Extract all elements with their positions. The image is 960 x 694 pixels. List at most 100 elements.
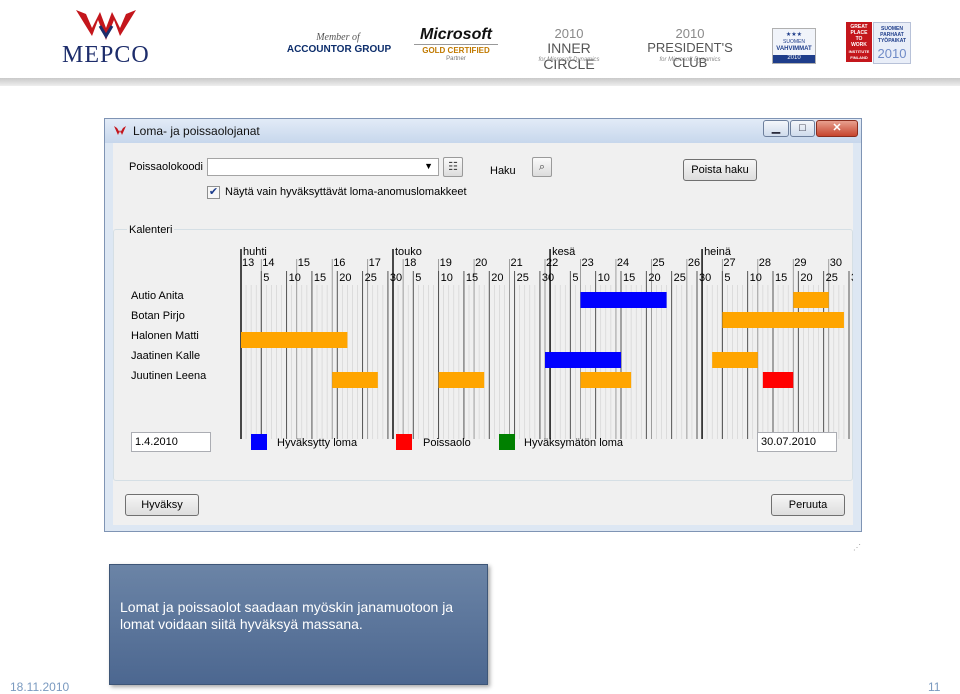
legend-label-approved: Hyväksytty loma	[277, 437, 358, 449]
week-number-label: 22	[546, 257, 558, 269]
week-number-label: 19	[440, 257, 452, 269]
week-number-label: 26	[688, 257, 700, 269]
window-titlebar[interactable]: Loma- ja poissaolojanat ▁ □ ✕	[105, 119, 861, 143]
app-window: Loma- ja poissaolojanat ▁ □ ✕ Poissaolok…	[104, 118, 862, 552]
minimize-button[interactable]: ▁	[763, 120, 789, 137]
day-label: 5	[724, 272, 730, 284]
day-label: 15	[314, 272, 326, 284]
month-label: kesä	[552, 246, 576, 258]
mepco-logo-icon	[76, 10, 136, 40]
day-label: 20	[339, 272, 351, 284]
badge-line2: VAHVIMMAT	[776, 46, 812, 52]
spt-year: 2010	[877, 46, 907, 61]
header-divider	[0, 78, 960, 86]
footer-page-number: 11	[928, 680, 941, 694]
week-number-label: 17	[369, 257, 381, 269]
day-label: 25	[365, 272, 377, 284]
day-label: 25	[674, 272, 686, 284]
day-label: 30	[542, 272, 554, 284]
day-label: 15	[775, 272, 787, 284]
microsoft-logo-text: Microsoft	[420, 26, 492, 43]
absence-bar	[712, 352, 758, 368]
close-icon: ✕	[832, 122, 842, 134]
window-title: Loma- ja poissaolojanat	[133, 124, 260, 138]
poista-haku-button[interactable]: Poista haku	[683, 159, 757, 181]
maximize-button[interactable]: □	[790, 120, 815, 137]
maximize-icon: □	[799, 122, 806, 134]
absence-bar	[332, 372, 378, 388]
day-label: 15	[623, 272, 635, 284]
week-number-label: 18	[404, 257, 416, 269]
week-number-label: 28	[759, 257, 771, 269]
day-label: 20	[648, 272, 660, 284]
resize-grip-icon[interactable]: ⋰	[853, 543, 861, 552]
absence-bar	[438, 372, 485, 388]
week-number-label: 25	[652, 257, 664, 269]
poissaolokoodi-label: Poissaolokoodi	[129, 161, 203, 173]
search-icon: ⌕	[538, 161, 546, 173]
absence-bar	[722, 312, 844, 328]
month-label: huhti	[243, 246, 267, 258]
spt-line: TYÖPAIKAT	[877, 38, 907, 44]
suomen-parhaat-tyopaikat-badge: SUOMEN PARHAAT TYÖPAIKAT 2010	[873, 22, 911, 64]
day-label: 25	[826, 272, 838, 284]
day-label: 15	[466, 272, 478, 284]
badge-year: 2010	[773, 55, 815, 63]
approvable-only-label[interactable]: Näytä vain hyväksyttävät loma-anomusloma…	[225, 186, 467, 198]
absence-bar	[762, 372, 794, 388]
absence-bar	[793, 292, 829, 308]
end-date-field[interactable]: 30.07.2010	[757, 432, 837, 452]
gptw-line: FINLAND	[850, 55, 868, 60]
suomen-vahvimmat-badge: ★★★ SUOMEN VAHVIMMAT 2010	[772, 28, 816, 64]
day-label: 20	[491, 272, 503, 284]
checkmark-icon: ✔	[208, 186, 219, 198]
day-label: 30	[699, 272, 711, 284]
hyvaksy-button[interactable]: Hyväksy	[125, 494, 199, 516]
day-label: 10	[441, 272, 453, 284]
poissaolokoodi-combobox[interactable]: ▼	[207, 158, 439, 176]
week-number-label: 14	[262, 257, 274, 269]
day-label: 25	[517, 272, 529, 284]
gptw-line: INSTITUTE	[848, 49, 870, 54]
day-label: 20	[800, 272, 812, 284]
window-client-area: Poissaolokoodi ▼ ☷ Haku ⌕ Poista haku ✔ …	[113, 143, 861, 552]
accountor-group-text: ACCOUNTOR GROUP	[286, 44, 392, 55]
week-number-label: 27	[723, 257, 735, 269]
week-number-label: 20	[475, 257, 487, 269]
peruuta-button[interactable]: Peruuta	[771, 494, 845, 516]
slide-header: MEPCO Member of ACCOUNTOR GROUP Microsof…	[0, 0, 960, 78]
list-icon: ☷	[448, 161, 458, 173]
mepco-logo-text: MEPCO	[62, 42, 150, 68]
inner-circle-year: 2010	[554, 26, 584, 41]
search-button[interactable]: ⌕	[532, 157, 552, 177]
week-number-label: 13	[242, 257, 254, 269]
code-list-button[interactable]: ☷	[443, 157, 463, 177]
week-number-label: 29	[794, 257, 806, 269]
absence-bar	[580, 372, 632, 388]
legend-swatch-unapproved	[499, 434, 515, 450]
legend-label-absence: Poissaolo	[423, 437, 471, 449]
dropdown-arrow-icon[interactable]: ▼	[424, 161, 433, 171]
day-label: 10	[750, 272, 762, 284]
close-button[interactable]: ✕	[816, 120, 858, 137]
day-label: 5	[263, 272, 269, 284]
day-label: 5	[415, 272, 421, 284]
absence-timeline-chart[interactable]: 13 14 15 16 17 18 19 20 21 22 23 24 25 26 27 28 29 30huht…	[113, 229, 853, 469]
day-label: 10	[289, 272, 301, 284]
start-date-field[interactable]: 1.4.2010	[131, 432, 211, 452]
great-place-to-work-badge: GREAT PLACE TO WORK INSTITUTE FINLAND	[846, 22, 872, 62]
week-number-label: 23	[581, 257, 593, 269]
microsoft-partner-text: Partner	[446, 56, 466, 62]
app-icon	[114, 126, 126, 135]
callout-text: Lomat ja poissaolot saadaan myöskin jana…	[120, 599, 454, 632]
absence-bar	[545, 352, 621, 368]
approvable-only-checkbox[interactable]: ✔	[207, 186, 220, 199]
week-number-label: 24	[617, 257, 629, 269]
month-label: heinä	[704, 246, 732, 258]
legend-swatch-approved	[251, 434, 267, 450]
badge-line1: SUOMEN	[783, 39, 805, 45]
footer-date: 18.11.2010	[10, 680, 70, 694]
day-label: 10	[598, 272, 610, 284]
callout-box: Lomat ja poissaolot saadaan myöskin jana…	[109, 564, 488, 685]
inner-circle-title: INNER CIRCLE	[543, 40, 595, 72]
